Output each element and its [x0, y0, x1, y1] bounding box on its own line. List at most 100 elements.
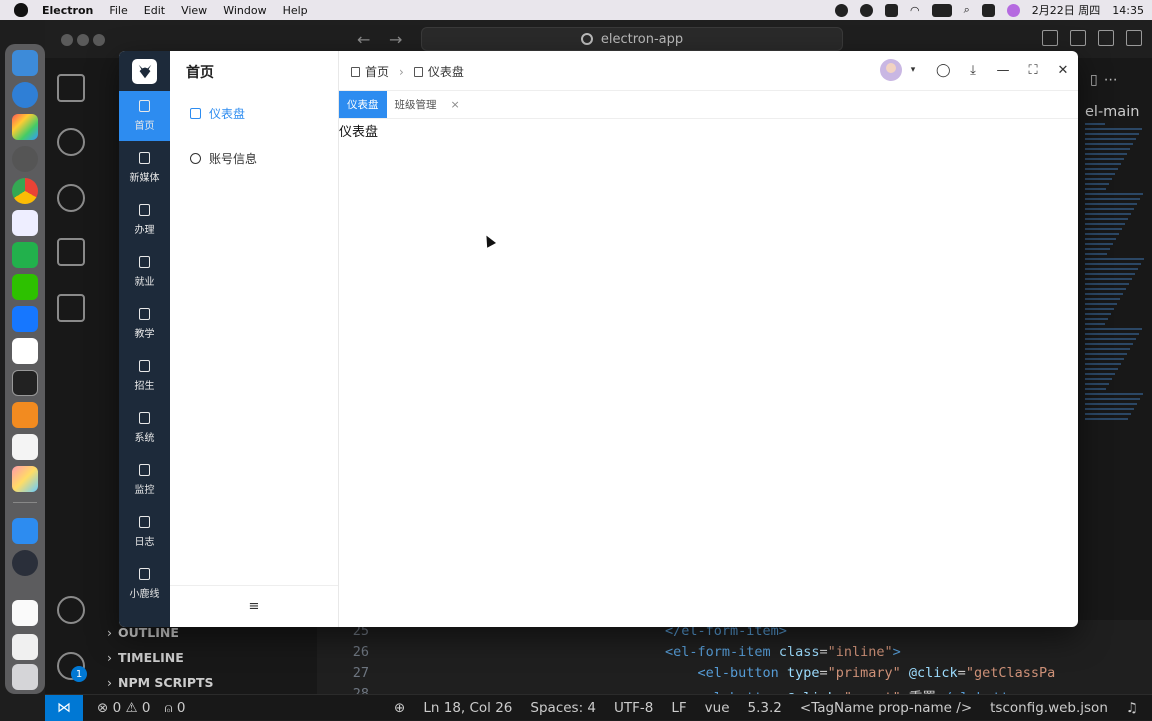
indentation[interactable]: Spaces: 4 [530, 700, 596, 716]
chevron-down-icon[interactable]: ▾ [906, 65, 920, 75]
ts-version[interactable]: 5.3.2 [748, 700, 782, 716]
close-icon[interactable]: ✕ [1056, 63, 1070, 78]
back-arrow-icon[interactable]: ← [357, 30, 370, 49]
code-editor[interactable]: 25 </el-form-item> 26 <el-form-item class="… [317, 620, 1152, 694]
menubar-time[interactable]: 14:35 [1112, 4, 1144, 17]
deer-app-icon[interactable] [12, 518, 38, 544]
breadcrumb-dashboard[interactable]: 仪表盘 [428, 63, 464, 80]
toggle-sidebar-icon[interactable] [1042, 30, 1058, 46]
minimize-window-icon[interactable] [77, 34, 89, 46]
rail-item[interactable]: 教学 [119, 299, 170, 349]
more-actions-icon[interactable]: ⋯ [1104, 72, 1124, 88]
code-line[interactable]: <el-button type="primary" @click="getCla… [665, 665, 1056, 681]
tag-name-style[interactable]: <TagName prop-name /> [800, 700, 972, 716]
paint-icon[interactable] [12, 466, 38, 492]
ports-status[interactable]: ⍝ 0 [164, 700, 185, 716]
tsconfig[interactable]: tsconfig.web.json [990, 700, 1108, 716]
vscode-icon[interactable] [12, 338, 38, 364]
breadcrumb-home[interactable]: 首页 [365, 63, 389, 80]
cursor-position[interactable]: Ln 18, Col 26 [423, 700, 512, 716]
finder-icon[interactable] [12, 50, 38, 76]
toggle-panel-icon[interactable] [1070, 30, 1086, 46]
submenu-item-account[interactable]: 账号信息 [190, 148, 257, 168]
browser-icon[interactable] [12, 146, 38, 172]
minimize-icon[interactable]: — [996, 63, 1010, 78]
minimap[interactable] [1085, 120, 1145, 500]
document-icon[interactable] [12, 600, 38, 626]
npm-scripts-section[interactable]: › NPM SCRIPTS [97, 670, 317, 695]
hbuilder-icon[interactable] [12, 242, 38, 268]
menu-edit[interactable]: Edit [144, 4, 165, 17]
remote-icon[interactable]: ⋈ [45, 694, 83, 721]
rail-item[interactable]: 日志 [119, 507, 170, 557]
chrome-icon[interactable] [12, 178, 38, 204]
rail-item[interactable]: 系统 [119, 403, 170, 453]
language-mode[interactable]: vue [705, 700, 730, 716]
record-icon[interactable] [835, 3, 849, 17]
menu-file[interactable]: File [109, 4, 127, 17]
rail-item[interactable]: 首页 [119, 91, 170, 141]
submenu-item-dashboard[interactable]: 仪表盘 [190, 103, 245, 123]
app-icon[interactable] [12, 210, 38, 236]
trash-icon[interactable] [12, 664, 38, 690]
zoom-icon[interactable]: ⊕ [394, 700, 405, 716]
rail-item[interactable]: 小鹿线 [119, 559, 170, 609]
terminal-icon[interactable] [12, 370, 38, 396]
account-icon[interactable] [57, 596, 85, 624]
collapse-menu-button[interactable]: ≡ [170, 585, 338, 627]
launchpad-icon[interactable] [12, 114, 38, 140]
safari-icon[interactable] [12, 82, 38, 108]
forward-arrow-icon[interactable]: → [389, 30, 402, 49]
siri-icon[interactable] [1006, 3, 1020, 17]
maximize-window-icon[interactable] [93, 34, 105, 46]
encoding[interactable]: UTF-8 [614, 700, 653, 716]
apple-icon[interactable] [14, 3, 28, 17]
typora-icon[interactable] [12, 434, 38, 460]
extensions-icon[interactable] [57, 294, 85, 322]
control-center-icon[interactable] [981, 3, 995, 17]
source-control-icon[interactable] [57, 184, 85, 212]
split-editor-icon[interactable]: ▯ [1090, 72, 1104, 88]
deer-logo-icon[interactable] [132, 59, 157, 84]
search-icon[interactable] [57, 128, 85, 156]
editor-tab-partial[interactable]: el-main [1085, 104, 1139, 120]
fullscreen-icon[interactable]: ⛶ [1026, 63, 1040, 78]
wifi-icon[interactable]: ◠ [910, 4, 920, 17]
feishu-icon[interactable] [12, 306, 38, 332]
toggle-secondary-sidebar-icon[interactable] [1098, 30, 1114, 46]
rail-item[interactable]: 办理 [119, 195, 170, 245]
spotlight-icon[interactable]: ⌕ [964, 3, 970, 17]
input-method-icon[interactable] [885, 3, 899, 17]
tab-dashboard[interactable]: 仪表盘 [339, 91, 387, 118]
menu-help[interactable]: Help [283, 4, 308, 17]
run-debug-icon[interactable] [57, 238, 85, 266]
command-center[interactable]: electron-app [421, 27, 843, 51]
customize-layout-icon[interactable] [1126, 30, 1142, 46]
tab-close-icon[interactable]: × [451, 98, 460, 111]
problems-status[interactable]: ⊗ 0 ⚠ 0 [97, 700, 150, 716]
rail-item[interactable]: 监控 [119, 455, 170, 505]
electron-icon[interactable] [12, 550, 38, 576]
wechat-icon[interactable] [12, 274, 38, 300]
close-window-icon[interactable] [61, 34, 73, 46]
timeline-section[interactable]: › TIMELINE [97, 645, 317, 670]
notifications-bell-icon[interactable]: ♫ [1126, 700, 1138, 716]
menu-window[interactable]: Window [223, 4, 266, 17]
menu-view[interactable]: View [181, 4, 207, 17]
end-of-line[interactable]: LF [671, 700, 686, 716]
avatar[interactable] [880, 59, 902, 81]
rail-item[interactable]: 就业 [119, 247, 170, 297]
sublime-icon[interactable] [12, 402, 38, 428]
tab-class-management[interactable]: 班级管理 × [387, 91, 468, 118]
rail-item[interactable]: 新媒体 [119, 143, 170, 193]
document-icon[interactable] [12, 634, 38, 660]
message-icon[interactable]: ◯ [936, 63, 951, 78]
menubar-date[interactable]: 2月22日 周四 [1032, 2, 1101, 18]
explorer-icon[interactable] [57, 74, 85, 102]
menu-app-name[interactable]: Electron [42, 4, 93, 17]
cluster-icon[interactable] [860, 3, 874, 17]
download-icon[interactable]: ⤓ [966, 63, 980, 78]
code-line[interactable]: <el-button @click="reset">重置</el-button> [665, 686, 1034, 694]
code-line[interactable]: <el-form-item class="inline"> [665, 644, 901, 660]
rail-item[interactable]: 招生 [119, 351, 170, 401]
